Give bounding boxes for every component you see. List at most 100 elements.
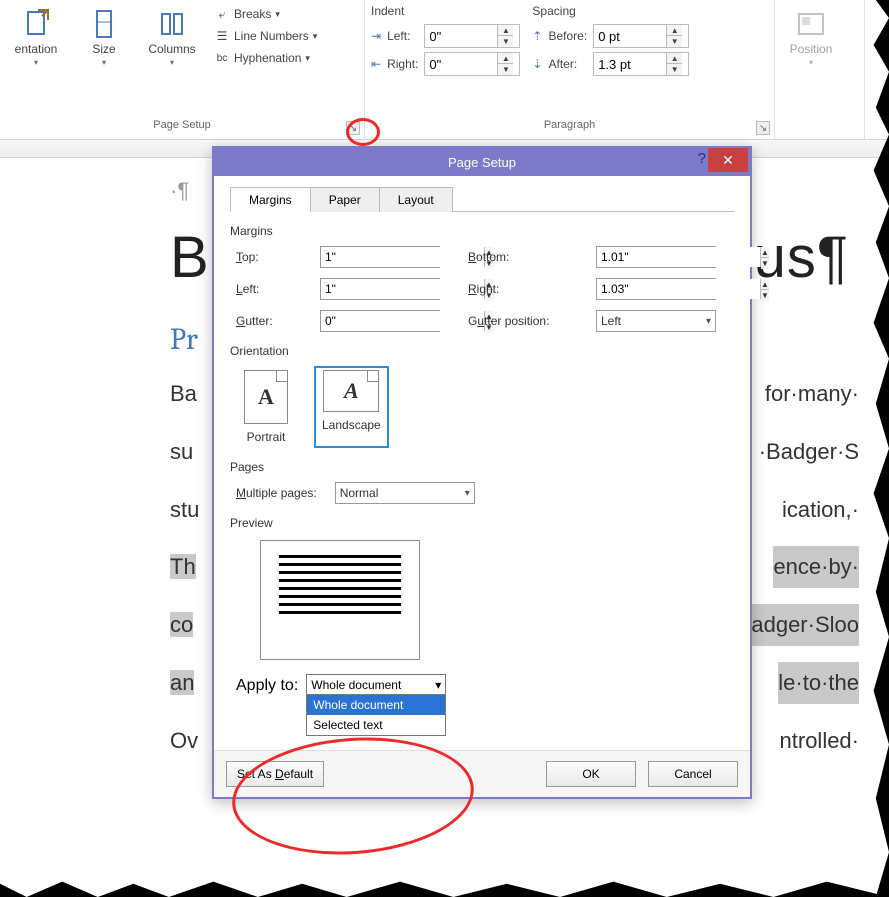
spacing-heading: Spacing xyxy=(532,4,693,20)
breaks-icon: ⤶ xyxy=(214,6,230,22)
chevron-down-icon: ▾ xyxy=(305,53,310,64)
indent-right-icon: ⇤ xyxy=(371,57,381,71)
spacing-before-input[interactable]: ▲▼ xyxy=(593,24,689,48)
chevron-down-icon: ▾ xyxy=(102,58,106,67)
hyphenation-icon: bc xyxy=(214,50,230,66)
dialog-tabs: Margins Paper Layout xyxy=(230,186,734,212)
spinner-down-icon[interactable]: ▼ xyxy=(498,36,513,47)
margin-top-label: Top: xyxy=(236,250,292,264)
columns-button[interactable]: Columns ▾ xyxy=(142,4,202,71)
group-paragraph: Indent ⇥ Left: ▲▼ ⇤ Right: ▲▼ Spacing ⇡ … xyxy=(365,0,775,139)
multiple-pages-select[interactable]: Normal▾ xyxy=(335,482,475,504)
gutter-position-label: Gutter position: xyxy=(468,314,568,328)
group-label-page-setup: Page Setup xyxy=(6,119,358,135)
preview-section-label: Preview xyxy=(230,516,734,530)
pages-section-label: Pages xyxy=(230,460,734,474)
ok-button[interactable]: OK xyxy=(546,761,636,787)
line-numbers-button[interactable]: ☰ Line Numbers ▾ xyxy=(210,26,321,46)
margin-bottom-label: Bottom: xyxy=(468,250,568,264)
margin-gutter-label: Gutter: xyxy=(236,314,292,328)
tab-paper[interactable]: Paper xyxy=(310,187,380,212)
chevron-down-icon: ▾ xyxy=(706,316,711,327)
orientation-button[interactable]: entation ▾ xyxy=(6,4,66,71)
landscape-label: Landscape xyxy=(322,418,381,432)
ribbon: entation ▾ Size ▾ Columns ▾ ⤶ Breaks ▾ ☰ L… xyxy=(0,0,889,140)
margin-left-label: Left: xyxy=(236,282,292,296)
close-button[interactable]: ✕ xyxy=(708,148,748,172)
spacing-before-label: Before: xyxy=(548,29,587,43)
paragraph-launcher[interactable]: ↘ xyxy=(756,121,770,135)
spacing-after-label: After: xyxy=(548,57,587,71)
spacing-after-input[interactable]: ▲▼ xyxy=(593,52,689,76)
spacing-after-icon: ⇣ xyxy=(532,57,542,71)
spinner-up-icon[interactable]: ▲ xyxy=(667,53,682,64)
dialog-title: Page Setup xyxy=(448,155,516,170)
dialog-titlebar[interactable]: Page Setup ? ✕ xyxy=(214,148,750,176)
indent-left-label: Left: xyxy=(387,29,418,43)
size-label: Size xyxy=(92,42,115,56)
orientation-section-label: Orientation xyxy=(230,344,734,358)
chevron-down-icon: ▾ xyxy=(313,31,318,42)
hyphenation-label: Hyphenation xyxy=(234,51,301,65)
apply-opt-whole-document[interactable]: Whole document xyxy=(307,695,445,715)
line-numbers-icon: ☰ xyxy=(214,28,230,44)
spinner-up-icon[interactable]: ▲ xyxy=(667,25,682,36)
size-button[interactable]: Size ▾ xyxy=(74,4,134,71)
apply-to-dropdown-list: Whole document Selected text xyxy=(307,695,445,735)
margins-section-label: Margins xyxy=(230,224,734,238)
margin-top-input[interactable]: ▲▼ xyxy=(320,246,440,268)
chevron-down-icon: ▾ xyxy=(170,58,174,67)
spinner-down-icon[interactable]: ▼ xyxy=(667,36,682,47)
indent-heading: Indent xyxy=(371,4,524,20)
multiple-pages-label: Multiple pages: xyxy=(236,486,317,500)
columns-label: Columns xyxy=(148,42,195,56)
group-page-setup: entation ▾ Size ▾ Columns ▾ ⤶ Breaks ▾ ☰ L… xyxy=(0,0,365,139)
margin-gutter-input[interactable]: ▲▼ xyxy=(320,310,440,332)
cancel-button[interactable]: Cancel xyxy=(648,761,738,787)
margin-right-input[interactable]: ▲▼ xyxy=(596,278,716,300)
spinner-down-icon[interactable]: ▼ xyxy=(667,64,682,75)
indent-right-input[interactable]: ▲▼ xyxy=(424,52,520,76)
spinner-down-icon[interactable]: ▼ xyxy=(498,64,513,75)
apply-opt-selected-text[interactable]: Selected text xyxy=(307,715,445,735)
orientation-label: entation xyxy=(15,42,58,56)
spinner-up-icon[interactable]: ▲ xyxy=(498,53,513,64)
apply-to-combo[interactable]: Whole document ▾ Whole document Selected … xyxy=(306,674,446,736)
portrait-icon: A xyxy=(244,370,288,424)
chevron-down-icon: ▾ xyxy=(34,58,38,67)
chevron-down-icon: ▾ xyxy=(435,678,441,692)
landscape-icon: A xyxy=(323,370,379,412)
margin-bottom-input[interactable]: ▲▼ xyxy=(596,246,716,268)
chevron-down-icon: ▾ xyxy=(809,58,813,67)
preview-thumbnail xyxy=(260,540,420,660)
apply-to-label: Apply to: xyxy=(236,674,298,695)
portrait-label: Portrait xyxy=(247,430,286,444)
set-as-default-button[interactable]: Set As Default xyxy=(226,761,324,787)
apply-to-value: Whole document xyxy=(311,678,401,692)
line-numbers-label: Line Numbers xyxy=(234,29,309,43)
spinner-up-icon[interactable]: ▲ xyxy=(498,25,513,36)
group-label-paragraph: Paragraph xyxy=(371,119,768,135)
position-label: Position xyxy=(790,42,833,56)
chevron-down-icon: ▾ xyxy=(275,9,280,20)
group-arrange: Position ▾ xyxy=(775,0,865,139)
margin-left-input[interactable]: ▲▼ xyxy=(320,278,440,300)
indent-left-icon: ⇥ xyxy=(371,29,381,43)
margin-right-label: Right: xyxy=(468,282,568,296)
position-button[interactable]: Position ▾ xyxy=(781,4,841,71)
indent-left-input[interactable]: ▲▼ xyxy=(424,24,520,48)
page-setup-dialog: Page Setup ? ✕ Margins Paper Layout Marg… xyxy=(212,146,752,799)
help-button[interactable]: ? xyxy=(698,150,706,167)
spacing-before-icon: ⇡ xyxy=(532,29,542,43)
breaks-button[interactable]: ⤶ Breaks ▾ xyxy=(210,4,321,24)
breaks-label: Breaks xyxy=(234,7,271,21)
chevron-down-icon: ▾ xyxy=(465,488,470,499)
hyphenation-button[interactable]: bc Hyphenation ▾ xyxy=(210,48,321,68)
page-setup-launcher[interactable]: ↘ xyxy=(346,121,360,135)
orientation-portrait[interactable]: A Portrait xyxy=(236,366,296,448)
tab-layout[interactable]: Layout xyxy=(379,187,453,212)
orientation-landscape[interactable]: A Landscape xyxy=(314,366,389,448)
tab-margins[interactable]: Margins xyxy=(230,187,311,212)
gutter-position-select[interactable]: Left▾ xyxy=(596,310,716,332)
indent-right-label: Right: xyxy=(387,57,418,71)
